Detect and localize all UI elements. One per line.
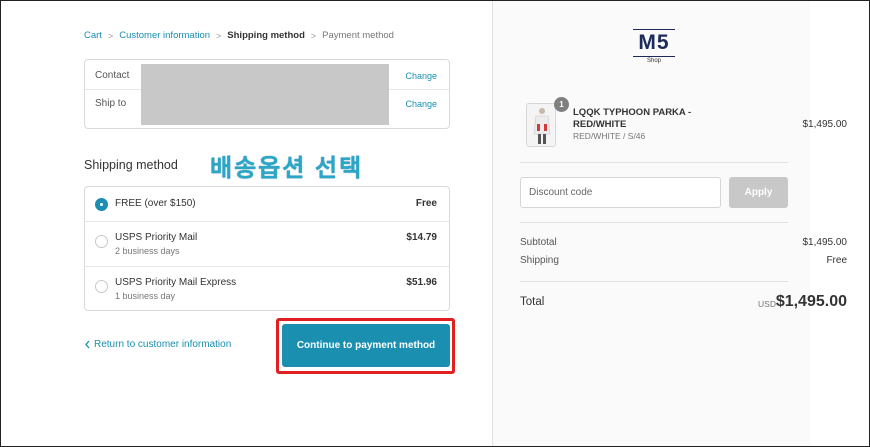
screenshot-border <box>0 0 870 447</box>
